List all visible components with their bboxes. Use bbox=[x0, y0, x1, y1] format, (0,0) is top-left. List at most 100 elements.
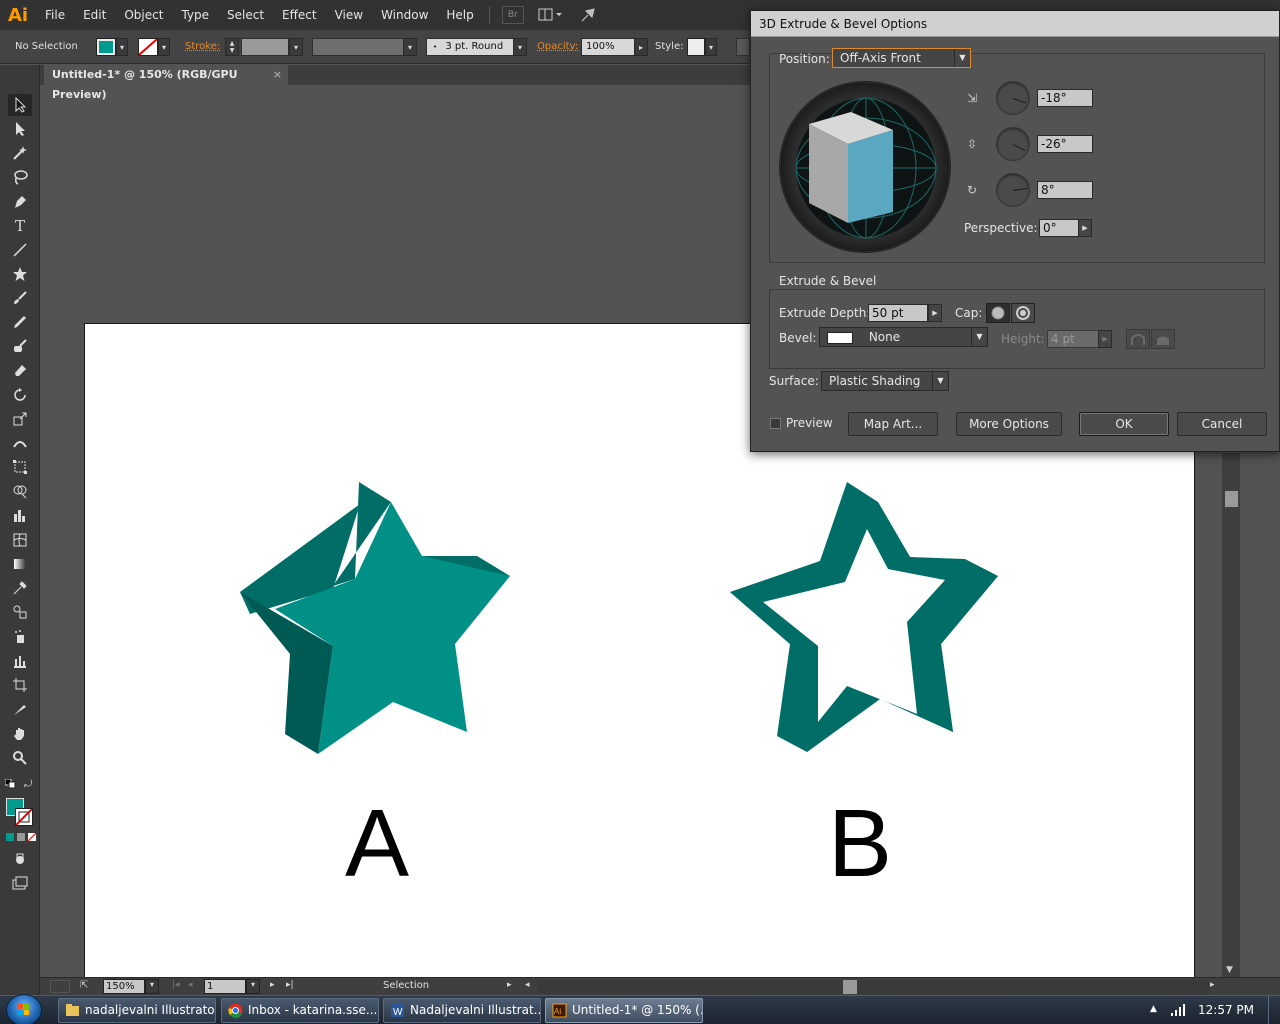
menu-effect[interactable]: Effect bbox=[273, 0, 326, 30]
style-dropdown[interactable]: ▾ bbox=[705, 38, 717, 56]
cap-off-button[interactable] bbox=[1011, 303, 1035, 323]
vertical-scroll-thumb[interactable] bbox=[1225, 491, 1238, 507]
symbol-sprayer-tool[interactable] bbox=[8, 626, 32, 648]
position-select[interactable]: Off-Axis Front ▼ bbox=[832, 48, 971, 68]
outline-3d-star[interactable] bbox=[730, 482, 998, 752]
horizontal-scrollbar[interactable] bbox=[537, 980, 1209, 994]
track-cube-widget[interactable] bbox=[779, 81, 951, 253]
gradient-tool[interactable] bbox=[8, 553, 32, 575]
last-artboard-icon[interactable]: ▸| bbox=[286, 980, 294, 990]
status-menu-icon[interactable]: ▸ bbox=[507, 980, 512, 990]
menu-file[interactable]: File bbox=[36, 0, 74, 30]
stroke-weight-stepper[interactable]: ▲ ▼ bbox=[225, 38, 239, 56]
x-rotation-field[interactable]: -18° bbox=[1037, 89, 1093, 107]
column-graph-tool[interactable] bbox=[8, 650, 32, 672]
slice-tool[interactable] bbox=[8, 698, 32, 720]
blend-tool[interactable] bbox=[8, 601, 32, 623]
free-transform-tool[interactable] bbox=[8, 456, 32, 478]
scale-tool[interactable] bbox=[8, 408, 32, 430]
hand-tool[interactable] bbox=[8, 722, 32, 744]
scroll-down-icon[interactable]: ▼ bbox=[1226, 965, 1233, 975]
taskbar-folder[interactable]: nadaljevalni Illustrator bbox=[58, 998, 216, 1023]
menu-type[interactable]: Type bbox=[172, 0, 218, 30]
paintbrush-tool[interactable] bbox=[8, 287, 32, 309]
perspective-field[interactable]: 0° bbox=[1039, 219, 1079, 237]
first-artboard-icon[interactable]: |◂ bbox=[172, 980, 180, 990]
scroll-left-icon[interactable]: ◂ bbox=[525, 980, 530, 990]
menu-select[interactable]: Select bbox=[218, 0, 273, 30]
menu-view[interactable]: View bbox=[326, 0, 372, 30]
star-tool[interactable] bbox=[8, 263, 32, 285]
close-icon[interactable]: × bbox=[273, 65, 282, 85]
scroll-right-icon[interactable]: ▸ bbox=[1210, 980, 1215, 990]
brush-definition[interactable]: • 3 pt. Round bbox=[426, 38, 514, 56]
zoom-field[interactable]: 150% bbox=[103, 979, 145, 994]
more-options-button[interactable]: More Options bbox=[956, 412, 1062, 436]
y-rotation-dial[interactable] bbox=[996, 127, 1030, 161]
z-rotation-dial[interactable] bbox=[996, 173, 1030, 207]
variable-width-profile[interactable] bbox=[312, 38, 404, 56]
style-swatch[interactable] bbox=[687, 38, 705, 56]
lasso-tool[interactable] bbox=[8, 166, 32, 188]
drawing-mode-button[interactable] bbox=[8, 848, 32, 870]
taskbar-clock[interactable]: 12:57 PM bbox=[1198, 996, 1254, 1024]
direct-selection-tool[interactable] bbox=[8, 118, 32, 140]
mesh-tool[interactable] bbox=[8, 529, 32, 551]
gpu-performance-button[interactable] bbox=[578, 6, 600, 24]
shape-builder-tool[interactable] bbox=[8, 480, 32, 502]
artboard-number-field[interactable]: 1 bbox=[204, 979, 246, 994]
line-segment-tool[interactable] bbox=[8, 239, 32, 261]
stroke-label[interactable]: Stroke: bbox=[185, 38, 220, 56]
default-colors-icon[interactable] bbox=[4, 778, 17, 789]
screen-mode-button[interactable] bbox=[8, 872, 32, 894]
pen-tool[interactable] bbox=[8, 191, 32, 213]
zoom-tool[interactable] bbox=[8, 747, 32, 769]
swap-colors-icon[interactable]: ⤾ bbox=[24, 779, 32, 790]
show-desktop-button[interactable] bbox=[1268, 996, 1280, 1024]
brush-dropdown[interactable]: ▾ bbox=[513, 38, 527, 56]
menu-window[interactable]: Window bbox=[372, 0, 437, 30]
perspective-slider-arrow[interactable]: ▶ bbox=[1078, 219, 1092, 237]
cap-on-button[interactable] bbox=[986, 303, 1010, 323]
map-art-button[interactable]: Map Art... bbox=[848, 412, 938, 436]
stroke-weight-field[interactable] bbox=[241, 38, 289, 56]
zoom-dropdown[interactable]: ▾ bbox=[145, 979, 159, 994]
graph-tool[interactable] bbox=[8, 505, 32, 527]
y-rotation-field[interactable]: -26° bbox=[1037, 135, 1093, 153]
artboard-tool[interactable] bbox=[8, 674, 32, 696]
ok-button[interactable]: OK bbox=[1079, 412, 1169, 436]
taskbar-illustrator[interactable]: Ai Untitled-1* @ 150% (... bbox=[545, 998, 703, 1023]
color-mode-buttons[interactable] bbox=[6, 832, 37, 842]
extrude-depth-field[interactable]: 50 pt bbox=[868, 304, 928, 322]
horizontal-scroll-thumb[interactable] bbox=[843, 980, 857, 994]
stroke-swatch[interactable] bbox=[138, 38, 158, 56]
preview-checkbox[interactable] bbox=[770, 418, 781, 429]
bridge-button[interactable]: Br bbox=[501, 6, 524, 24]
menu-edit[interactable]: Edit bbox=[74, 0, 115, 30]
bevel-select[interactable]: None ▼ bbox=[819, 327, 988, 347]
z-rotation-field[interactable]: 8° bbox=[1037, 181, 1093, 199]
eraser-tool[interactable] bbox=[8, 359, 32, 381]
export-icon[interactable]: ⇱ bbox=[80, 980, 88, 991]
eyedropper-tool[interactable] bbox=[8, 577, 32, 599]
opacity-field[interactable]: 100% bbox=[581, 38, 635, 56]
fill-dropdown[interactable]: ▾ bbox=[116, 38, 128, 56]
pencil-tool[interactable] bbox=[8, 311, 32, 333]
menu-object[interactable]: Object bbox=[115, 0, 172, 30]
cancel-button[interactable]: Cancel bbox=[1177, 412, 1267, 436]
fill-swatch[interactable] bbox=[96, 38, 116, 56]
solid-3d-star[interactable] bbox=[240, 482, 510, 754]
prev-artboard-icon[interactable]: ◂ bbox=[188, 980, 193, 990]
document-tab[interactable]: Untitled-1* @ 150% (RGB/GPU Preview) × bbox=[44, 65, 288, 101]
surface-select[interactable]: Plastic Shading ▼ bbox=[821, 371, 949, 391]
network-signal-icon[interactable] bbox=[1170, 1003, 1188, 1017]
arrange-documents-button[interactable] bbox=[536, 6, 566, 24]
rotate-tool[interactable] bbox=[8, 384, 32, 406]
stroke-color-box[interactable] bbox=[15, 808, 33, 826]
x-rotation-dial[interactable] bbox=[996, 81, 1030, 115]
taskbar-word[interactable]: W Nadaljevalni Illustrat... bbox=[383, 998, 541, 1023]
extrude-depth-slider-arrow[interactable]: ▶ bbox=[928, 304, 942, 322]
start-button[interactable] bbox=[6, 994, 42, 1024]
selection-tool[interactable] bbox=[8, 94, 32, 116]
vertical-scrollbar[interactable]: ▼ bbox=[1222, 453, 1240, 977]
